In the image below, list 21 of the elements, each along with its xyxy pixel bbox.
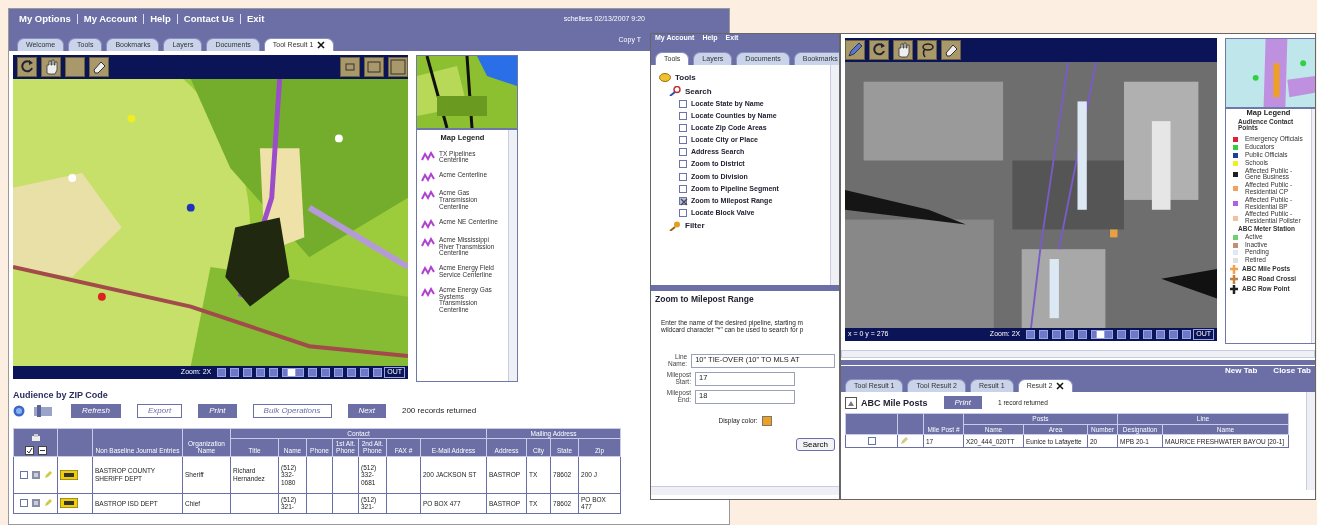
form-title: Zoom to Milepost Range <box>655 295 755 305</box>
action-button[interactable]: Print <box>198 404 237 418</box>
section-title: Audience by ZIP Code <box>13 390 108 401</box>
tree-item[interactable]: Tools <box>675 73 696 83</box>
action-button[interactable]: Refresh <box>71 404 121 418</box>
menu-item[interactable]: Exit <box>239 13 271 25</box>
tree-item[interactable]: Filter <box>685 221 705 231</box>
menu-item[interactable]: Help <box>143 13 177 25</box>
menu-item[interactable]: My Account <box>76 13 144 25</box>
tab-link[interactable]: Close Tab <box>1273 366 1311 376</box>
menu-item[interactable]: Contact Us <box>176 13 240 25</box>
search-button[interactable]: Search <box>795 437 835 451</box>
tab-link[interactable]: New Tab <box>1225 366 1258 376</box>
action-button[interactable]: Next <box>347 404 386 418</box>
action-button[interactable]: Export <box>137 404 183 418</box>
action-button[interactable]: Bulk Operations <box>252 404 332 418</box>
section-title: ABC Mile Posts <box>861 397 928 408</box>
record-count: 200 records returned <box>401 406 477 416</box>
print-button[interactable]: Print <box>943 396 982 410</box>
menu-item[interactable]: My Options <box>13 13 77 25</box>
tree-item[interactable]: Search <box>685 86 712 96</box>
